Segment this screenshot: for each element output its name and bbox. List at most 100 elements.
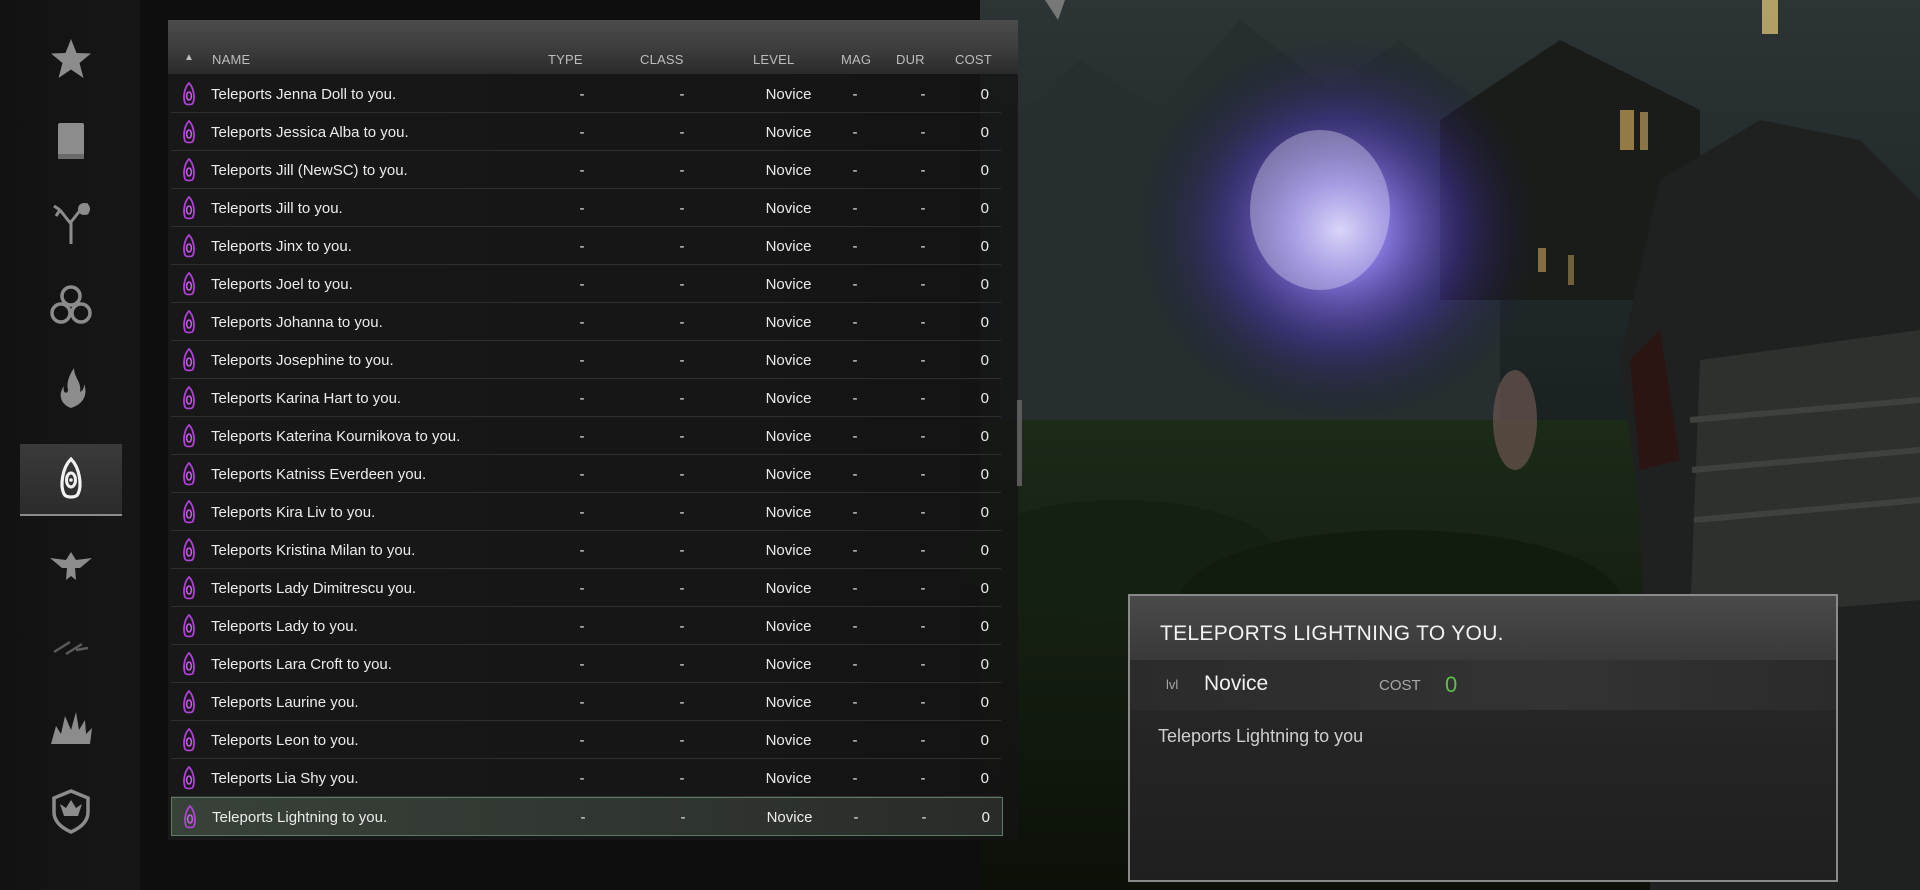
spell-row[interactable]: Teleports Jenna Doll to you. - - Novice - - 0 [171, 75, 1001, 113]
spell-row[interactable]: Teleports Lady Dimitrescu you. - - Novice - -… [171, 569, 1001, 607]
spell-cost: 0 [980, 276, 989, 293]
spell-level: Novice [765, 162, 812, 179]
spell-row[interactable]: Teleports Laurine you. - - Novice - - 0 [171, 683, 1001, 721]
spell-dur: - [920, 770, 926, 787]
spell-level: Novice [765, 732, 812, 749]
category-conjuration[interactable] [20, 444, 122, 516]
spell-dur: - [920, 694, 926, 711]
spell-dur: - [920, 542, 926, 559]
spell-row[interactable]: Teleports Kira Liv to you. - - Novice - - 0 [171, 493, 1001, 531]
spell-dur: - [920, 504, 926, 521]
spell-cost: 0 [980, 504, 989, 521]
conjuration-spell-icon [182, 804, 198, 829]
spell-level: Novice [765, 504, 812, 521]
spell-cost: 0 [980, 580, 989, 597]
conjuration-spell-icon [181, 347, 197, 372]
category-all-spells[interactable] [20, 106, 122, 176]
sort-ascending-icon[interactable]: ▲ [184, 52, 194, 63]
column-header-cost[interactable]: COST [955, 52, 992, 67]
spell-mag: - [852, 276, 858, 293]
spell-type: - [579, 618, 585, 635]
spell-type: - [579, 428, 585, 445]
spell-name: Teleports Jinx to you. [211, 238, 352, 255]
spell-row[interactable]: Teleports Jill (NewSC) to you. - - Novice - -… [171, 151, 1001, 189]
conjuration-spell-icon [181, 385, 197, 410]
level-label: lvl [1166, 677, 1179, 692]
category-alteration[interactable] [20, 188, 122, 258]
spell-row[interactable]: Teleports Josephine to you. - - Novice - - 0 [171, 341, 1001, 379]
conjuration-spell-icon [181, 423, 197, 448]
spell-dur: - [920, 276, 926, 293]
spell-cost: 0 [980, 124, 989, 141]
column-header-level[interactable]: LEVEL [753, 52, 794, 67]
spell-cost: 0 [980, 542, 989, 559]
spell-class: - [679, 656, 685, 673]
spell-cost: 0 [980, 770, 989, 787]
category-active-effects[interactable] [20, 776, 122, 846]
conjuration-spell-icon [181, 233, 197, 258]
spell-row[interactable]: Teleports Jill to you. - - Novice - - 0 [171, 189, 1001, 227]
column-header-name[interactable]: NAME [212, 52, 250, 67]
category-shouts[interactable] [20, 692, 122, 762]
spell-class: - [679, 428, 685, 445]
spell-row-selected[interactable]: Teleports Lightning to you. - - Novice - - 0 [171, 797, 1003, 836]
spell-dur: - [920, 238, 926, 255]
spell-row[interactable]: Teleports Leon to you. - - Novice - - 0 [171, 721, 1001, 759]
spell-type: - [579, 162, 585, 179]
spell-row[interactable]: Teleports Lady to you. - - Novice - - 0 [171, 607, 1001, 645]
spell-name: Teleports Lady to you. [211, 618, 358, 635]
spell-mag: - [852, 162, 858, 179]
spell-row[interactable]: Teleports Karina Hart to you. - - Novice - - 0 [171, 379, 1001, 417]
category-favorites[interactable] [20, 24, 122, 94]
spell-type: - [579, 580, 585, 597]
spell-cost: 0 [980, 86, 989, 103]
spell-cost: 0 [980, 162, 989, 179]
spell-row[interactable]: Teleports Katerina Kournikova to you. - - N… [171, 417, 1001, 455]
spell-level: Novice [765, 124, 812, 141]
spell-level: Novice [765, 238, 812, 255]
conjuration-spell-icon [181, 651, 197, 676]
spell-row[interactable]: Teleports Jinx to you. - - Novice - - 0 [171, 227, 1001, 265]
spell-row[interactable]: Teleports Katniss Everdeen you. - - Novice -… [171, 455, 1001, 493]
conjuration-spell-icon [181, 575, 197, 600]
conjuration-spell-icon [181, 499, 197, 524]
spell-row[interactable]: Teleports Lara Croft to you. - - Novice - - 0 [171, 645, 1001, 683]
spell-mag: - [852, 86, 858, 103]
spell-row[interactable]: Teleports Kristina Milan to you. - - Novice… [171, 531, 1001, 569]
spell-class: - [679, 86, 685, 103]
category-destruction[interactable] [20, 352, 122, 422]
spell-dur: - [920, 390, 926, 407]
spell-level: Novice [765, 542, 812, 559]
spell-class: - [679, 542, 685, 559]
category-powers[interactable] [20, 610, 122, 680]
spell-row[interactable]: Teleports Lia Shy you. - - Novice - - 0 [171, 759, 1001, 797]
spell-row[interactable]: Teleports Jessica Alba to you. - - Novice - -… [171, 113, 1001, 151]
list-scrollbar[interactable] [1017, 400, 1022, 486]
column-header-dur[interactable]: DUR [896, 52, 925, 67]
column-header-class[interactable]: CLASS [640, 52, 684, 67]
category-illusion[interactable] [20, 270, 122, 340]
destruction-flame-icon [60, 368, 86, 408]
spell-cost: 0 [980, 466, 989, 483]
spell-dur: - [920, 428, 926, 445]
spell-level: Novice [766, 809, 813, 826]
column-header-type[interactable]: TYPE [548, 52, 583, 67]
spell-row[interactable]: Teleports Joel to you. - - Novice - - 0 [171, 265, 1001, 303]
spell-class: - [679, 352, 685, 369]
column-header-mag[interactable]: MAG [841, 52, 871, 67]
details-title-bar: TELEPORTS LIGHTNING TO YOU. [1130, 596, 1836, 660]
spell-level: Novice [765, 86, 812, 103]
category-restoration[interactable] [20, 528, 122, 598]
spell-level: Novice [765, 200, 812, 217]
spell-mag: - [852, 580, 858, 597]
spell-mag: - [852, 656, 858, 673]
spell-dur: - [920, 124, 926, 141]
spell-row[interactable]: Teleports Johanna to you. - - Novice - - 0 [171, 303, 1001, 341]
spell-name: Teleports Leon to you. [211, 732, 359, 749]
spell-name: Teleports Lara Croft to you. [211, 656, 392, 673]
spell-level: Novice [765, 466, 812, 483]
spell-type: - [579, 276, 585, 293]
spell-name: Teleports Josephine to you. [211, 352, 394, 369]
spell-name: Teleports Kristina Milan to you. [211, 542, 416, 559]
spell-details-card: TELEPORTS LIGHTNING TO YOU. lvl Novice C… [1128, 594, 1838, 882]
